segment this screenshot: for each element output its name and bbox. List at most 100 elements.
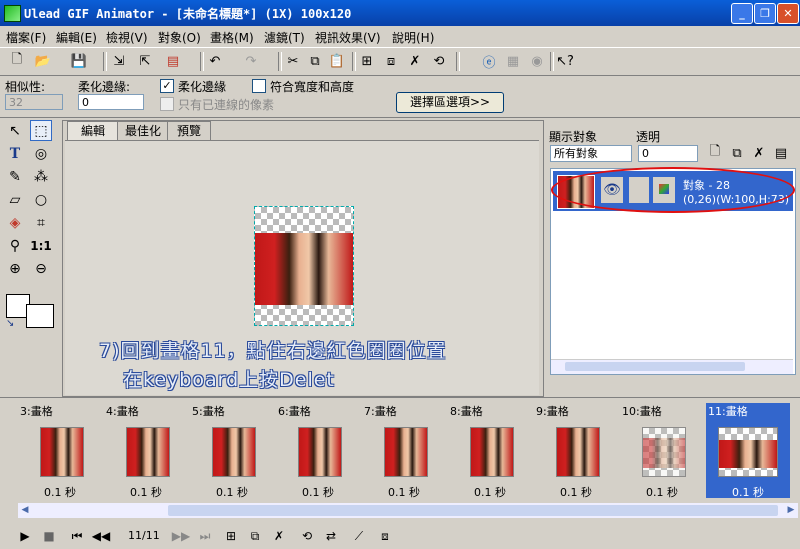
- menu-file[interactable]: 檔案(F): [6, 29, 46, 46]
- eyedropper-tool-icon[interactable]: ⚲: [4, 235, 26, 256]
- frame-delay[interactable]: 0.1 秒: [190, 484, 274, 500]
- transform-tool-icon[interactable]: ⌗: [30, 212, 52, 233]
- reverse-frames-icon[interactable]: ⇄: [322, 527, 340, 545]
- delete-frame-icon[interactable]: ✗: [270, 527, 288, 545]
- opacity-field[interactable]: 0: [638, 145, 698, 162]
- frame-canvas[interactable]: [254, 206, 354, 326]
- close-button[interactable]: ✕: [777, 3, 799, 24]
- brush-tool-icon[interactable]: ✎: [4, 166, 26, 187]
- play-icon[interactable]: ▶: [16, 527, 34, 545]
- frame-item[interactable]: 7:畫格 0.1 秒: [362, 403, 446, 500]
- object-color-icon[interactable]: [653, 177, 675, 203]
- import-icon[interactable]: ⇲: [110, 52, 128, 70]
- stop-icon[interactable]: ■: [40, 527, 58, 545]
- lasso-tool-icon[interactable]: ◎: [30, 143, 52, 164]
- object-image[interactable]: [255, 233, 353, 305]
- duplicate-frame-icon[interactable]: ⧉: [246, 527, 264, 545]
- help-icon[interactable]: ↖?: [556, 52, 574, 70]
- frame-delay[interactable]: 0.1 秒: [276, 484, 360, 500]
- swap-colors-icon[interactable]: ↘: [6, 318, 14, 329]
- frame-properties-icon[interactable]: ⟋: [350, 527, 368, 545]
- duplicate-icon[interactable]: ⧈: [382, 52, 400, 70]
- color-icon[interactable]: ▤: [164, 52, 182, 70]
- menu-object[interactable]: 對象(O): [158, 29, 201, 46]
- redo-icon[interactable]: ↷: [242, 52, 260, 70]
- antialias-checkbox[interactable]: ✓: [160, 79, 174, 93]
- menu-help[interactable]: 說明(H): [392, 29, 434, 46]
- menu-filter[interactable]: 濾鏡(T): [264, 29, 305, 46]
- frame-export-icon[interactable]: ⧈: [376, 527, 394, 545]
- frame-item[interactable]: 10:畫格 0.1 秒: [620, 403, 704, 500]
- contiguous-checkbox[interactable]: [160, 97, 174, 111]
- scroll-right-icon[interactable]: ▶: [784, 503, 798, 518]
- open-icon[interactable]: 📂: [34, 52, 52, 70]
- frame-item[interactable]: 8:畫格 0.1 秒: [448, 403, 532, 500]
- frame-scrollbar[interactable]: ◀ ▶: [18, 503, 798, 518]
- frame-item[interactable]: 3:畫格 0.1 秒: [18, 403, 102, 499]
- frame-delay[interactable]: 0.1 秒: [448, 484, 532, 500]
- similarity-field[interactable]: 32: [5, 94, 63, 110]
- menu-edit[interactable]: 編輯(E): [56, 29, 97, 46]
- scroll-left-icon[interactable]: ◀: [18, 503, 32, 518]
- frame-item[interactable]: 4:畫格 0.1 秒: [104, 403, 188, 500]
- duplicate-object-icon[interactable]: ⧉: [728, 144, 746, 162]
- minimize-button[interactable]: _: [731, 3, 753, 24]
- object-list-scrollbar[interactable]: [551, 359, 793, 374]
- export-icon[interactable]: ⇱: [136, 52, 154, 70]
- frame-delay[interactable]: 0.1 秒: [620, 484, 704, 500]
- frame-item[interactable]: 6:畫格 0.1 秒: [276, 403, 360, 500]
- tab-preview[interactable]: 預覽: [167, 121, 211, 140]
- frame-item[interactable]: 5:畫格 0.1 秒: [190, 403, 274, 500]
- ellipse-tool-icon[interactable]: ○: [30, 189, 52, 210]
- frame-item[interactable]: 9:畫格 0.1 秒: [534, 403, 618, 500]
- save-icon[interactable]: 💾: [70, 52, 88, 70]
- object-properties-icon[interactable]: ▤: [772, 144, 790, 162]
- first-frame-icon[interactable]: ⏮: [68, 527, 86, 545]
- scroll-thumb[interactable]: [168, 505, 778, 516]
- object-row[interactable]: 👁 對象 - 28 (0,26)(W:100,H:73): [553, 171, 793, 211]
- menu-frame[interactable]: 畫格(M): [210, 29, 254, 46]
- text-tool-icon[interactable]: T: [4, 143, 26, 164]
- marquee-tool-icon[interactable]: ⬚: [30, 120, 52, 141]
- new-object-icon[interactable]: 🗋: [706, 144, 724, 162]
- add-frame-icon[interactable]: ⊞: [358, 52, 376, 70]
- tween-frame-icon[interactable]: ⟲: [298, 527, 316, 545]
- frame-delay[interactable]: 0.1 秒: [706, 484, 790, 500]
- add-frame-icon[interactable]: ⊞: [222, 527, 240, 545]
- visibility-eye-icon[interactable]: 👁: [601, 177, 623, 203]
- fill-tool-icon[interactable]: ◈: [4, 212, 26, 233]
- scroll-thumb[interactable]: [565, 362, 745, 371]
- previous-frame-icon[interactable]: ◀◀: [92, 527, 110, 545]
- menu-video-effects[interactable]: 視訊效果(V): [315, 29, 381, 46]
- magic-wand-icon[interactable]: ⁂: [30, 166, 52, 187]
- undo-icon[interactable]: ↶: [206, 52, 224, 70]
- preview-icon[interactable]: ◉: [528, 52, 546, 70]
- actual-size-icon[interactable]: 1:1: [30, 235, 52, 256]
- restore-button[interactable]: ❐: [754, 3, 776, 24]
- cut-icon[interactable]: ✂: [284, 52, 302, 70]
- delete-object-icon[interactable]: ✗: [750, 144, 768, 162]
- zoom-in-icon[interactable]: ⊕: [4, 258, 26, 279]
- eraser-tool-icon[interactable]: ▱: [4, 189, 26, 210]
- menu-view[interactable]: 檢視(V): [106, 29, 148, 46]
- show-objects-dropdown[interactable]: 所有對象: [550, 145, 632, 162]
- frame-delay[interactable]: 0.1 秒: [104, 484, 188, 500]
- pointer-tool-icon[interactable]: ↖: [4, 120, 26, 141]
- next-frame-icon[interactable]: ▶▶: [172, 527, 190, 545]
- delete-icon[interactable]: ✗: [406, 52, 424, 70]
- tab-optimize[interactable]: 最佳化: [117, 121, 169, 140]
- last-frame-icon[interactable]: ⏭: [196, 527, 214, 545]
- browser-icon[interactable]: ⓔ: [480, 52, 498, 71]
- frame-delay[interactable]: 0.1 秒: [362, 484, 446, 500]
- tab-edit[interactable]: 編輯: [67, 121, 119, 140]
- background-color-swatch[interactable]: [26, 304, 54, 328]
- lock-toggle[interactable]: [629, 177, 649, 203]
- frame-item-selected[interactable]: 11:畫格 0.1 秒: [706, 403, 790, 500]
- zoom-out-icon[interactable]: ⊖: [30, 258, 52, 279]
- frame-delay[interactable]: 0.1 秒: [534, 484, 618, 500]
- new-file-icon[interactable]: 🗋: [8, 52, 26, 70]
- feather-field[interactable]: 0: [78, 94, 144, 110]
- fit-size-checkbox[interactable]: [252, 79, 266, 93]
- tween-icon[interactable]: ⟲: [430, 52, 448, 70]
- selection-options-button[interactable]: 選擇區選項>>: [396, 92, 504, 113]
